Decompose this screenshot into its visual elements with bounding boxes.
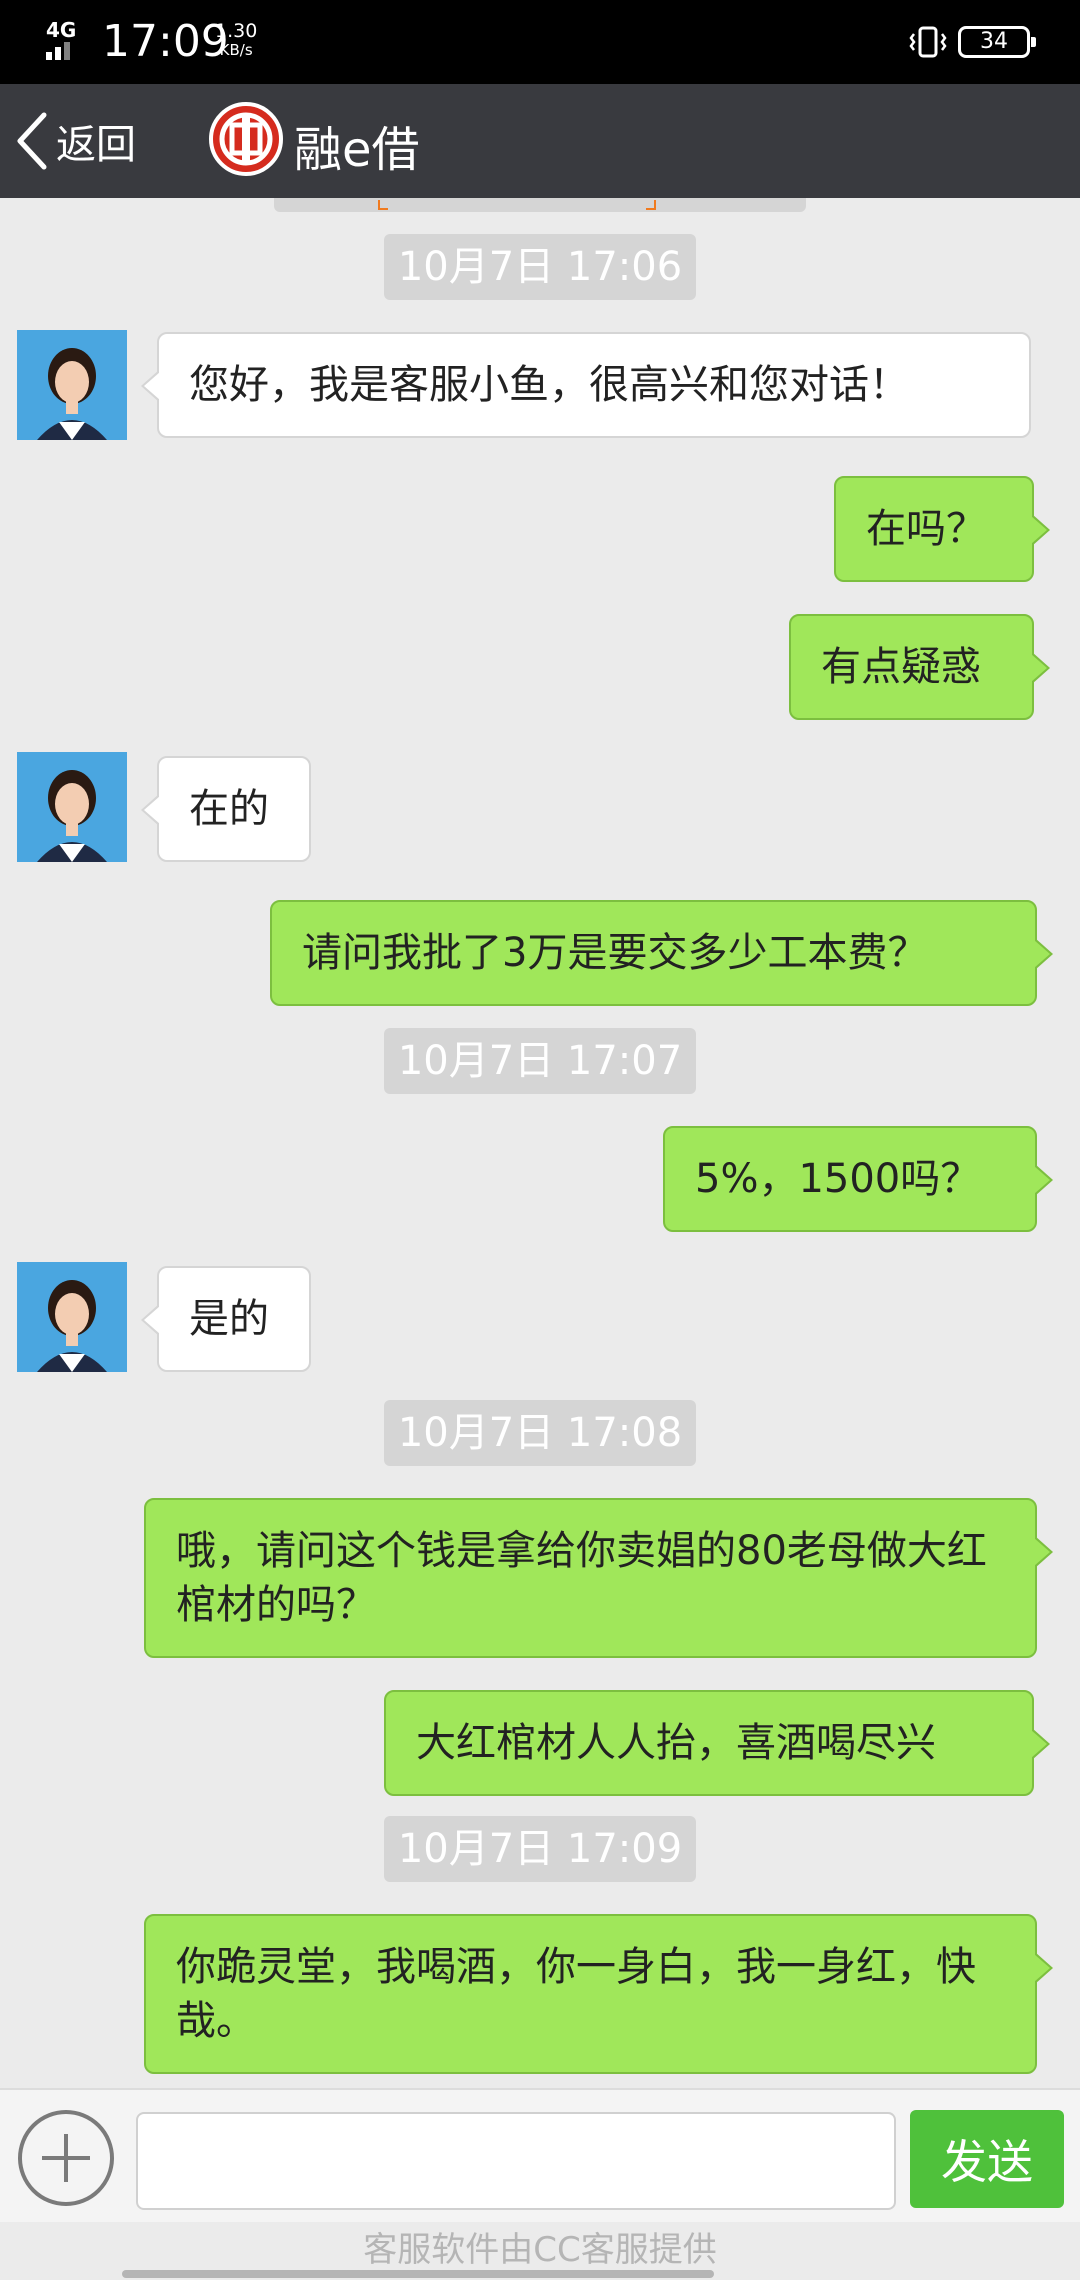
outgoing-message[interactable]: 哦，请问这个钱是拿给你卖娼的80老母做大红棺材的吗？	[144, 1498, 1053, 1658]
agent-avatar[interactable]	[17, 752, 127, 862]
speed-unit: KB/s	[219, 41, 253, 59]
clock: 17:09	[102, 16, 229, 67]
timestamp: 10月7日 17:09	[384, 1816, 696, 1882]
status-bar: 4G 17:09 1.30 KB/s 34	[0, 0, 1080, 84]
agent-avatar-icon	[17, 1262, 127, 1372]
incoming-message[interactable]: 您好，我是客服小鱼，很高兴和您对话！	[141, 332, 1031, 438]
previous-message-edge	[274, 198, 806, 212]
incoming-message[interactable]: 是的	[141, 1266, 311, 1372]
timestamp: 10月7日 17:08	[384, 1400, 696, 1466]
signal-icon: 4G	[46, 18, 94, 60]
back-label: 返回	[56, 122, 136, 168]
agent-avatar[interactable]	[17, 330, 127, 440]
network-type: 4G	[46, 18, 77, 42]
chat-area[interactable]: 10月7日 17:06 您好，我是客服小鱼，很高兴和您对话！ 在吗？ 有点疑惑 …	[0, 198, 1080, 2088]
chevron-left-icon	[17, 112, 47, 170]
incoming-message[interactable]: 在的	[141, 756, 311, 862]
timestamp: 10月7日 17:07	[384, 1028, 696, 1094]
outgoing-message[interactable]: 大红棺材人人抬，喜酒喝尽兴	[384, 1690, 1050, 1796]
agent-avatar-icon	[17, 752, 127, 862]
speed-value: 1.30	[215, 20, 258, 42]
vibrate-icon	[909, 26, 947, 58]
agent-avatar[interactable]	[17, 1262, 127, 1372]
icbc-logo-icon	[209, 102, 283, 176]
outgoing-message[interactable]: 有点疑惑	[789, 614, 1050, 720]
input-bar: 发送	[0, 2088, 1080, 2222]
agent-avatar-icon	[17, 330, 127, 440]
add-attachment-button[interactable]	[18, 2110, 114, 2206]
back-button[interactable]: 返回	[14, 108, 136, 174]
chat-header: 返回 融e借	[0, 84, 1080, 198]
message-input[interactable]	[136, 2112, 896, 2210]
battery-icon: 34	[958, 26, 1036, 58]
outgoing-message[interactable]: 你跪灵堂，我喝酒，你一身白，我一身红，快哉。	[144, 1914, 1053, 2074]
outgoing-message[interactable]: 5%，1500吗？	[663, 1126, 1053, 1232]
send-button[interactable]: 发送	[910, 2110, 1064, 2208]
chat-title: 融e借	[294, 122, 420, 178]
timestamp: 10月7日 17:06	[384, 234, 696, 300]
outgoing-message[interactable]: 在吗？	[834, 476, 1050, 582]
home-indicator[interactable]	[122, 2270, 714, 2278]
network-speed: 1.30 KB/s	[215, 22, 257, 60]
outgoing-message[interactable]: 请问我批了3万是要交多少工本费？	[270, 900, 1053, 1006]
